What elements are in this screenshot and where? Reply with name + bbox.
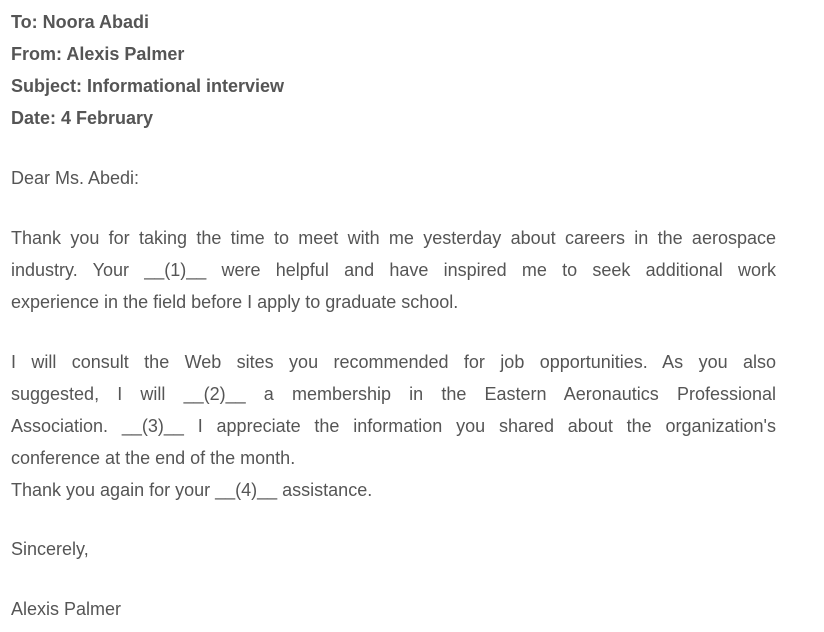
paragraph1-line: Thank you for taking the time to meet wi… xyxy=(11,228,776,248)
paragraph2-line: conference at the end of the month. xyxy=(11,448,296,468)
subject-line: Subject: Informational interview xyxy=(11,76,285,96)
email-letter: To: Noora Abadi From: Alexis Palmer Subj… xyxy=(0,0,824,632)
from-line: From: Alexis Palmer xyxy=(11,44,185,64)
signature: Alexis Palmer xyxy=(11,599,122,619)
to-line: To: Noora Abadi xyxy=(11,12,149,32)
paragraph2-line: Association. __(3)__ I appreciate the in… xyxy=(11,416,776,436)
paragraph2-line: suggested, I will __(2)__ a membership i… xyxy=(11,384,776,404)
paragraph2-line: I will consult the Web sites you recomme… xyxy=(11,352,776,372)
valediction: Sincerely, xyxy=(11,539,89,559)
paragraph1-line: industry. Your __(1)__ were helpful and … xyxy=(11,260,776,280)
salutation: Dear Ms. Abedi: xyxy=(11,168,140,188)
paragraph1-line: experience in the field before I apply t… xyxy=(11,292,459,312)
date-line: Date: 4 February xyxy=(11,108,154,128)
closing-line: Thank you again for your __(4)__ assista… xyxy=(11,480,373,500)
